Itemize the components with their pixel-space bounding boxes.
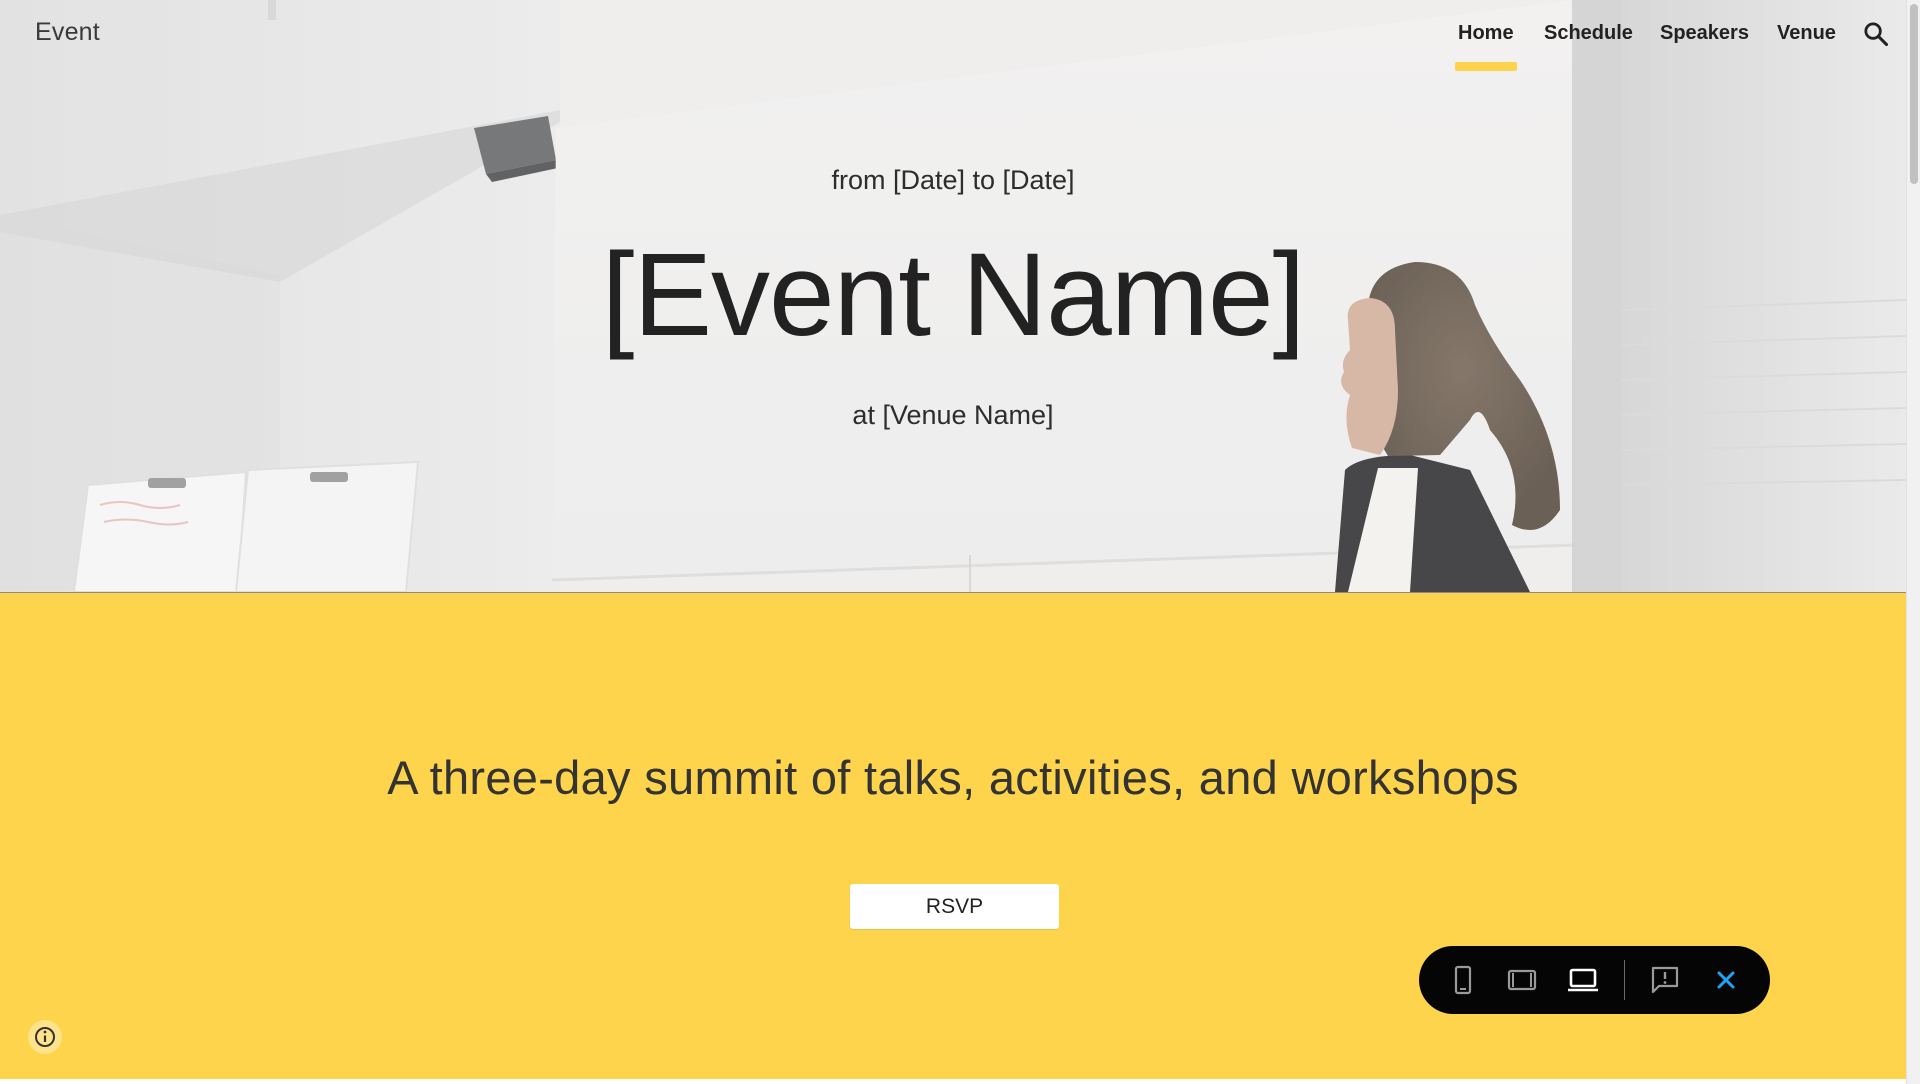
- event-name-heading: [Event Name]: [601, 229, 1306, 361]
- summit-tagline: A three-day summit of talks, activities,…: [387, 751, 1519, 804]
- nav-speakers[interactable]: Speakers: [1660, 22, 1749, 45]
- nav-home[interactable]: Home: [1455, 22, 1517, 71]
- site-title[interactable]: Event: [35, 18, 100, 47]
- scrollbar-thumb[interactable]: [1910, 4, 1918, 184]
- rsvp-button[interactable]: RSVP: [850, 884, 1059, 929]
- page-bottom-edge: [0, 1079, 1906, 1084]
- preview-toolbar: [1419, 946, 1770, 1014]
- info-icon[interactable]: [28, 1020, 62, 1054]
- search-icon[interactable]: [1862, 20, 1890, 48]
- phone-view-icon[interactable]: [1443, 960, 1483, 1000]
- event-dates: from [Date] to [Date]: [831, 165, 1075, 195]
- laptop-view-icon[interactable]: [1563, 960, 1603, 1000]
- nav-venue[interactable]: Venue: [1777, 22, 1836, 45]
- vertical-scrollbar[interactable]: [1906, 0, 1920, 1084]
- report-issue-icon[interactable]: [1645, 960, 1685, 1000]
- toolbar-divider: [1624, 960, 1625, 1000]
- nav-schedule[interactable]: Schedule: [1544, 22, 1633, 45]
- hero-section: Event Home Schedule Speakers Venue from …: [0, 0, 1906, 592]
- close-icon[interactable]: [1706, 960, 1746, 1000]
- event-venue: at [Venue Name]: [852, 400, 1054, 430]
- tablet-view-icon[interactable]: [1502, 960, 1542, 1000]
- section-divider: [0, 592, 1906, 593]
